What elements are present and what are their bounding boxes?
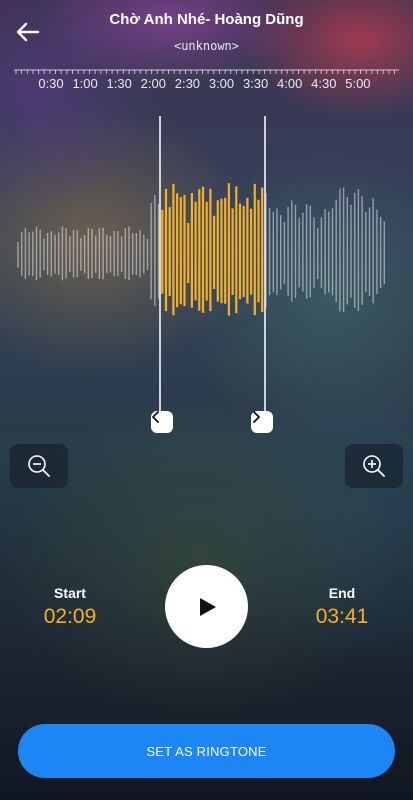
song-title: Chờ Anh Nhé- Hoàng Dũng — [109, 11, 304, 28]
start-handle[interactable] — [151, 411, 173, 433]
timeline-label: 4:00 — [277, 76, 303, 91]
timeline-label: 0:30 — [38, 76, 64, 91]
start-time[interactable]: 02:09 — [30, 605, 110, 629]
zoom-in-icon — [363, 455, 385, 477]
timeline-ruler[interactable]: 0:30 1:00 1:30 2:00 2:30 3:00 3:30 4:00 4:30 5:00 — [0, 63, 413, 99]
end-handle[interactable] — [251, 411, 273, 433]
timeline-label: 2:00 — [140, 76, 166, 91]
header: Chờ Anh Nhé- Hoàng Dũng <unknown> — [0, 0, 413, 70]
start-label: Start — [54, 585, 86, 601]
waveform-area[interactable] — [0, 100, 413, 433]
play-icon — [199, 597, 216, 616]
zoom-out-button[interactable] — [10, 444, 68, 488]
zoom-in-button[interactable] — [345, 444, 403, 488]
end-time[interactable]: 03:41 — [302, 605, 382, 629]
set-as-ringtone-button[interactable]: SET AS RINGTONE — [18, 724, 395, 778]
timeline-label: 4:30 — [311, 76, 337, 91]
arrow-left-icon — [16, 22, 40, 42]
chevron-right-icon — [253, 411, 260, 423]
zoom-out-icon — [28, 455, 50, 477]
back-button[interactable] — [10, 14, 46, 50]
song-artist: <unknown> — [173, 39, 240, 53]
timeline-label: 3:30 — [242, 76, 269, 91]
play-button[interactable] — [165, 565, 248, 648]
timeline-label: 1:00 — [72, 76, 98, 91]
chevron-left-icon — [152, 411, 159, 423]
end-label: End — [328, 585, 356, 601]
timeline-label: 3:00 — [208, 76, 235, 91]
waveform — [17, 116, 385, 412]
timeline-label: 2:30 — [174, 76, 201, 91]
timeline-label: 5:00 — [345, 76, 371, 91]
timeline-label: 1:30 — [106, 76, 132, 91]
